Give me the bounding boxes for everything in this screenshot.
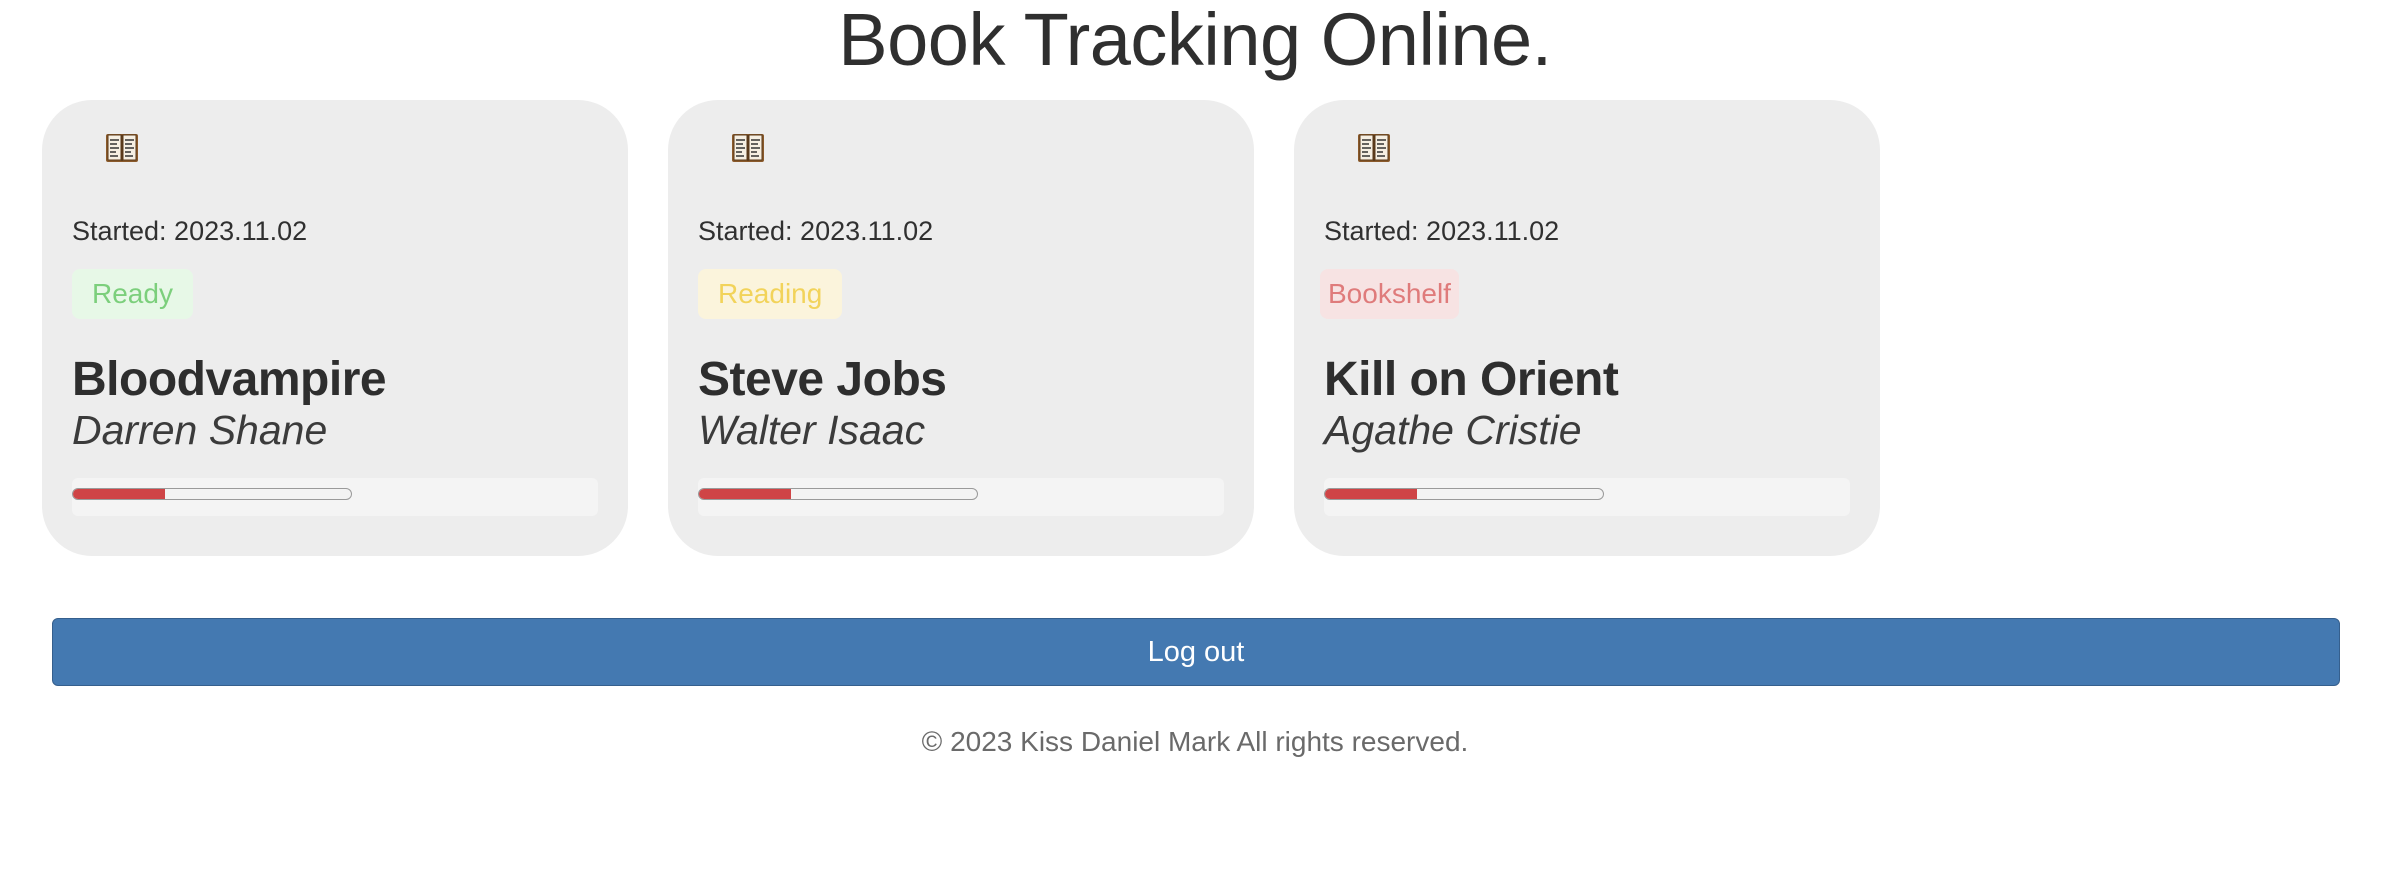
book-author: Agathe Cristie bbox=[1324, 407, 1582, 453]
progress-bar bbox=[1324, 488, 1604, 500]
status-badge: Ready bbox=[72, 269, 193, 319]
progress-fill bbox=[699, 489, 791, 499]
started-date: Started: 2023.11.02 bbox=[698, 216, 934, 246]
open-book-icon bbox=[732, 134, 764, 162]
book-card[interactable]: Started: 2023.11.02 Bookshelf Kill on Or… bbox=[1294, 100, 1880, 556]
logout-button[interactable]: Log out bbox=[52, 618, 2340, 686]
open-book-icon bbox=[1358, 134, 1390, 162]
book-title: Bloodvampire bbox=[72, 353, 387, 406]
started-date: Started: 2023.11.02 bbox=[72, 216, 308, 246]
progress-bar bbox=[72, 488, 352, 500]
progress-bar bbox=[698, 488, 978, 500]
page-title: Book Tracking Online. bbox=[838, 0, 1552, 81]
book-card[interactable]: Started: 2023.11.02 Ready Bloodvampire D… bbox=[42, 100, 628, 556]
book-title: Steve Jobs bbox=[698, 353, 947, 406]
book-author: Darren Shane bbox=[72, 407, 328, 453]
status-badge: Bookshelf bbox=[1320, 269, 1459, 319]
footer-copyright: © 2023 Kiss Daniel Mark All rights reser… bbox=[921, 726, 1469, 757]
status-badge: Reading bbox=[698, 269, 843, 319]
open-book-icon bbox=[106, 134, 138, 162]
book-title: Kill on Orient bbox=[1324, 353, 1619, 406]
book-author: Walter Isaac bbox=[698, 407, 926, 453]
progress-fill bbox=[1325, 489, 1417, 499]
progress-area bbox=[1324, 478, 1850, 516]
book-card-list: Started: 2023.11.02 Ready Bloodvampire D… bbox=[42, 100, 1880, 556]
progress-area bbox=[698, 478, 1224, 516]
progress-fill bbox=[73, 489, 165, 499]
started-date: Started: 2023.11.02 bbox=[1324, 216, 1560, 246]
progress-area bbox=[72, 478, 598, 516]
book-card[interactable]: Started: 2023.11.02 Reading Steve Jobs W… bbox=[668, 100, 1254, 556]
